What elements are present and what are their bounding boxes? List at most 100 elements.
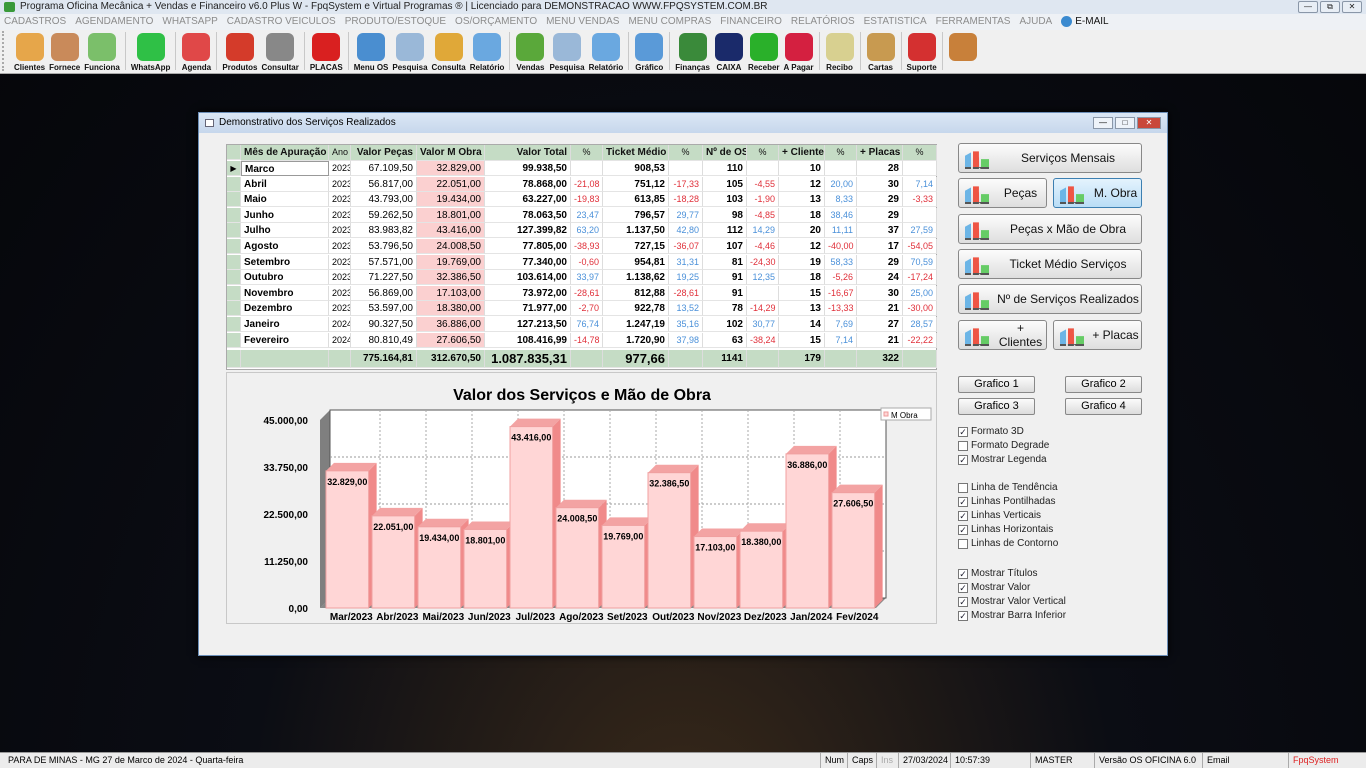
- toolbar-produtos-button[interactable]: Produtos: [220, 29, 259, 73]
- table-cell[interactable]: 108.416,99: [485, 332, 571, 348]
- table-cell[interactable]: [669, 161, 703, 176]
- chart-button-pe-as[interactable]: Peças: [958, 178, 1047, 208]
- table-cell[interactable]: 110: [703, 161, 747, 176]
- table-cell[interactable]: 29: [857, 254, 903, 270]
- toolbar-funciona-button[interactable]: Funciona: [82, 29, 122, 73]
- checkbox[interactable]: ✓: [958, 582, 968, 593]
- column-header[interactable]: + Clientes: [779, 145, 825, 161]
- toolbar-whatsapp-button[interactable]: WhatsApp: [129, 29, 173, 73]
- option-linhas-de-contorno[interactable]: Linhas de Contorno: [958, 538, 1058, 549]
- option-mostrar-barra-inferior[interactable]: ✓ Mostrar Barra Inferior: [958, 610, 1066, 621]
- bar[interactable]: [325, 470, 370, 609]
- table-cell[interactable]: -40,00: [825, 239, 857, 254]
- table-cell[interactable]: -19,83: [571, 192, 603, 208]
- table-cell[interactable]: -21,08: [571, 176, 603, 192]
- table-cell[interactable]: 27,59: [903, 223, 937, 239]
- menu-financeiro[interactable]: FINANCEIRO: [720, 14, 782, 30]
- chart-button-pe-as-x-m-o-de-obra[interactable]: Peças x Mão de Obra: [958, 214, 1142, 244]
- table-cell[interactable]: 13: [779, 192, 825, 208]
- table-cell[interactable]: 24.008,50: [417, 239, 485, 254]
- table-cell[interactable]: Dezembro: [241, 301, 329, 317]
- table-cell[interactable]: 32.829,00: [417, 161, 485, 176]
- bar[interactable]: [647, 472, 692, 609]
- table-cell[interactable]: 53.796,50: [351, 239, 417, 254]
- menu-ferramentas[interactable]: FERRAMENTAS: [936, 14, 1011, 30]
- grafico-4-button[interactable]: Grafico 4: [1065, 398, 1142, 415]
- table-cell[interactable]: 63: [703, 332, 747, 348]
- table-cell[interactable]: 29: [857, 192, 903, 208]
- checkbox[interactable]: ✓: [958, 524, 968, 535]
- table-cell[interactable]: 56.869,00: [351, 285, 417, 301]
- table-cell[interactable]: 796,57: [603, 207, 669, 223]
- table-cell[interactable]: Outubro: [241, 270, 329, 286]
- toolbar-caixa-button[interactable]: CAIXA: [712, 29, 746, 73]
- column-header[interactable]: Ano: [329, 145, 351, 161]
- chart-button-m-obra[interactable]: M. Obra: [1053, 178, 1142, 208]
- table-cell[interactable]: 56.817,00: [351, 176, 417, 192]
- window-maximize-button[interactable]: □: [1115, 117, 1135, 129]
- table-cell[interactable]: -5,26: [825, 270, 857, 286]
- table-cell[interactable]: Abril: [241, 176, 329, 192]
- bar[interactable]: [831, 492, 876, 609]
- table-cell[interactable]: -22,22: [903, 332, 937, 348]
- bar[interactable]: [785, 453, 830, 609]
- toolbar-pesquisa-button[interactable]: Pesquisa: [547, 29, 586, 73]
- table-cell[interactable]: 7,69: [825, 317, 857, 332]
- table-cell[interactable]: 127.213,50: [485, 317, 571, 332]
- table-cell[interactable]: 32.386,50: [417, 270, 485, 286]
- table-cell[interactable]: 103.614,00: [485, 270, 571, 286]
- option-mostrar-ti-tulos[interactable]: ✓ Mostrar Títulos: [958, 568, 1038, 579]
- toolbar-receber-button[interactable]: Receber: [746, 29, 782, 73]
- option-formato-degrade[interactable]: Formato Degrade: [958, 440, 1049, 451]
- table-cell[interactable]: 751,12: [603, 176, 669, 192]
- table-cell[interactable]: -36,07: [669, 239, 703, 254]
- checkbox[interactable]: ✓: [958, 568, 968, 579]
- toolbar-fornece-button[interactable]: Fornece: [47, 29, 82, 73]
- row-indicator[interactable]: [227, 239, 241, 254]
- table-cell[interactable]: 7,14: [825, 332, 857, 348]
- chart-button-placas[interactable]: + Placas: [1053, 320, 1142, 350]
- menu-menucompras[interactable]: MENU COMPRAS: [628, 14, 711, 30]
- table-cell[interactable]: 2024: [329, 332, 351, 348]
- table-cell[interactable]: 21: [857, 301, 903, 317]
- table-cell[interactable]: 99.938,50: [485, 161, 571, 176]
- option-mostrar-legenda[interactable]: ✓ Mostrar Legenda: [958, 454, 1047, 465]
- table-cell[interactable]: 77.340,00: [485, 254, 571, 270]
- menu-menuvendas[interactable]: MENU VENDAS: [546, 14, 619, 30]
- menu-whatsapp[interactable]: WHATSAPP: [162, 14, 217, 30]
- table-cell[interactable]: Maio: [241, 192, 329, 208]
- row-indicator[interactable]: [227, 207, 241, 223]
- table-cell[interactable]: 28: [857, 161, 903, 176]
- table-cell[interactable]: 13: [779, 301, 825, 317]
- option-linhas-pontilhadas[interactable]: ✓ Linhas Pontilhadas: [958, 496, 1056, 507]
- chart-button-servi-os-mensais[interactable]: Serviços Mensais: [958, 143, 1142, 173]
- table-cell[interactable]: 30: [857, 285, 903, 301]
- row-indicator[interactable]: [227, 332, 241, 348]
- table-cell[interactable]: 2023: [329, 301, 351, 317]
- table-cell[interactable]: -0,60: [571, 254, 603, 270]
- table-cell[interactable]: Marco: [241, 161, 329, 176]
- toolbar-cartas-button[interactable]: Cartas: [864, 29, 898, 73]
- table-cell[interactable]: 11,11: [825, 223, 857, 239]
- table-cell[interactable]: 12,35: [747, 270, 779, 286]
- table-cell[interactable]: 19,25: [669, 270, 703, 286]
- table-cell[interactable]: 107: [703, 239, 747, 254]
- current-row-indicator[interactable]: ▶: [227, 161, 241, 176]
- restore-button[interactable]: ⧉: [1320, 1, 1340, 13]
- toolbar-clientes-button[interactable]: Clientes: [12, 29, 47, 73]
- table-cell[interactable]: 73.972,00: [485, 285, 571, 301]
- row-indicator[interactable]: [227, 254, 241, 270]
- table-cell[interactable]: -17,33: [669, 176, 703, 192]
- table-cell[interactable]: 43.416,00: [417, 223, 485, 239]
- column-header[interactable]: Valor M Obra: [417, 145, 485, 161]
- table-cell[interactable]: 31,31: [669, 254, 703, 270]
- table-cell[interactable]: 127.399,82: [485, 223, 571, 239]
- table-cell[interactable]: 67.109,50: [351, 161, 417, 176]
- table-cell[interactable]: 922,78: [603, 301, 669, 317]
- table-cell[interactable]: 71.227,50: [351, 270, 417, 286]
- column-header[interactable]: %: [571, 145, 603, 161]
- chart-button-n-de-servi-os-realizados[interactable]: Nº de Serviços Realizados: [958, 284, 1142, 314]
- column-header[interactable]: + Placas: [857, 145, 903, 161]
- toolbar-grip[interactable]: [2, 31, 10, 71]
- table-cell[interactable]: 19.769,00: [417, 254, 485, 270]
